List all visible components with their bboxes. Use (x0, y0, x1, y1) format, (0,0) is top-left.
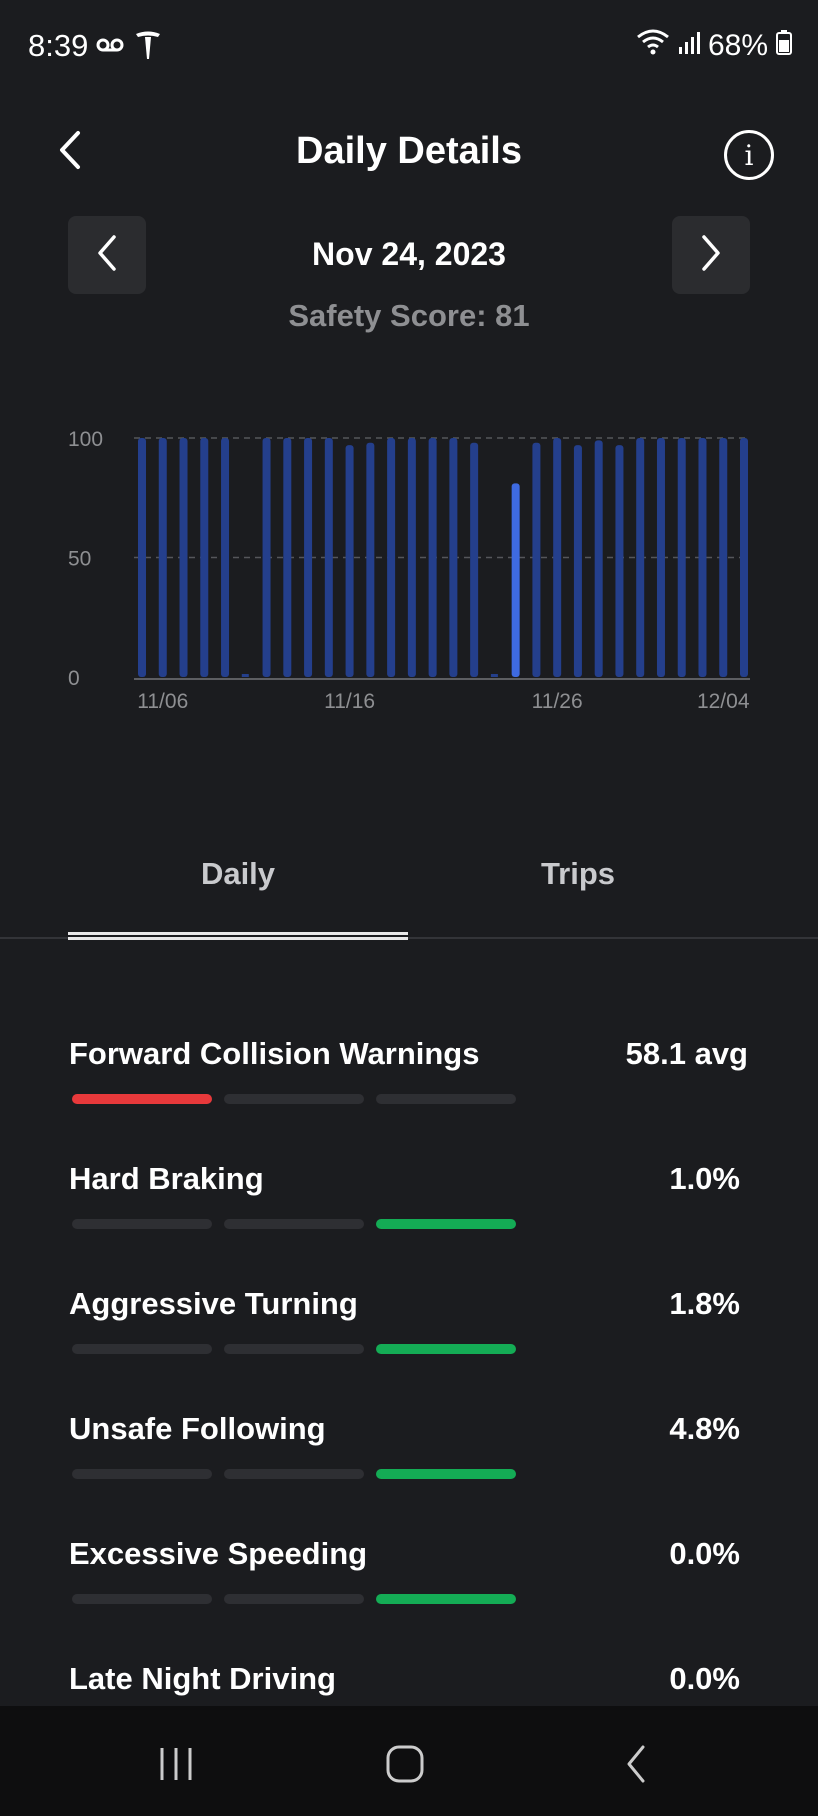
day-bar[interactable] (324, 438, 333, 677)
bar-segment (224, 1594, 364, 1604)
metric-value: 1.8% (669, 1286, 740, 1321)
battery-icon (776, 29, 792, 63)
home-button[interactable] (375, 1736, 435, 1796)
day-bar[interactable] (615, 445, 624, 677)
bar-segment (224, 1219, 364, 1229)
bar-segment (72, 1219, 212, 1229)
day-bar[interactable] (636, 438, 645, 677)
day-bar[interactable] (179, 438, 188, 677)
metric-bar (72, 1219, 516, 1229)
day-bar[interactable] (573, 445, 582, 677)
day-bar[interactable] (221, 438, 230, 677)
metric-value: 0.0% (669, 1536, 740, 1571)
info-icon: i (744, 138, 754, 172)
bar-segment (224, 1344, 364, 1354)
y-tick-label: 50 (68, 548, 91, 571)
metric-value: 0.0% (669, 1661, 740, 1696)
bar-segment (224, 1469, 364, 1479)
x-tick-label: 11/06 (137, 690, 188, 713)
day-bar[interactable] (490, 674, 498, 677)
metric-value: 1.0% (669, 1161, 740, 1196)
x-tick-label: 11/26 (532, 690, 583, 713)
bar-segment (72, 1469, 212, 1479)
bar-segment (376, 1094, 516, 1104)
y-tick-label: 0 (68, 667, 80, 690)
day-bar[interactable] (594, 440, 603, 677)
bar-segment (72, 1094, 212, 1104)
day-bar[interactable] (262, 438, 271, 677)
metric-label: Late Night Driving (69, 1661, 336, 1696)
day-bar[interactable] (532, 442, 541, 677)
safety-score: Safety Score: 81 (288, 298, 530, 333)
day-bar[interactable] (407, 438, 416, 677)
day-bar[interactable] (345, 445, 354, 677)
voicemail-icon (96, 37, 124, 58)
daily-score-chart: 100 50 0 11/06 11/16 11/26 12/04 (68, 428, 750, 713)
day-bar[interactable] (304, 438, 313, 677)
bar-segment (224, 1094, 364, 1104)
bar-segment (376, 1344, 516, 1354)
metric-bar (72, 1344, 516, 1354)
battery-text: 68% (707, 29, 768, 62)
day-bar[interactable] (138, 438, 146, 677)
tesla-logo (134, 30, 162, 65)
status-icons-left (96, 30, 162, 65)
recents-button[interactable] (146, 1736, 206, 1796)
day-bar[interactable] (470, 442, 479, 677)
recents-icon (156, 1746, 196, 1787)
day-bar[interactable] (158, 438, 167, 677)
day-bar[interactable] (449, 438, 458, 677)
wifi-icon (636, 28, 670, 64)
day-bar[interactable] (553, 438, 562, 677)
metric-value: 58.1 avg (625, 1036, 748, 1071)
metric-bar (72, 1094, 516, 1104)
back-icon (623, 1744, 649, 1789)
tab-trips[interactable]: Trips (408, 856, 748, 892)
day-bar[interactable] (241, 674, 249, 677)
metric-bar (72, 1594, 516, 1604)
tab-daily[interactable]: Daily (68, 856, 408, 892)
page-title: Daily Details (296, 130, 522, 172)
y-tick-label: 100 (68, 428, 103, 451)
info-button[interactable]: i (724, 130, 774, 180)
bar-segment (72, 1594, 212, 1604)
next-day-button[interactable] (672, 216, 750, 294)
signal-icon (678, 29, 700, 63)
day-bar[interactable] (428, 438, 437, 677)
metric-label: Aggressive Turning (69, 1286, 358, 1321)
system-back-button[interactable] (606, 1736, 666, 1796)
chevron-right-icon (699, 234, 723, 277)
metric-label: Forward Collision Warnings (69, 1036, 480, 1071)
bar-segment (376, 1469, 516, 1479)
system-nav-bar (0, 1706, 818, 1816)
metric-value: 4.8% (669, 1411, 740, 1446)
bar-segment (72, 1344, 212, 1354)
status-time: 8:39 (28, 28, 89, 63)
metric-label: Excessive Speeding (69, 1536, 368, 1571)
tab-active-indicator (68, 932, 408, 940)
x-tick-label: 11/16 (324, 690, 375, 713)
day-bar[interactable] (656, 438, 665, 677)
day-bar[interactable] (719, 438, 728, 677)
bar-segment (376, 1594, 516, 1604)
status-right: 68% (636, 28, 792, 64)
day-bar[interactable] (200, 438, 209, 677)
day-bar[interactable] (698, 438, 707, 677)
metric-label: Unsafe Following (69, 1411, 326, 1446)
metric-label: Hard Braking (69, 1161, 264, 1196)
day-bar[interactable] (283, 438, 292, 677)
day-bar[interactable] (740, 438, 748, 677)
home-icon (385, 1744, 425, 1789)
selected-day-bar[interactable] (511, 483, 520, 677)
x-tick-label: 12/04 (697, 690, 750, 713)
bar-segment (376, 1219, 516, 1229)
metric-bar (72, 1469, 516, 1479)
day-bar[interactable] (366, 442, 375, 677)
status-bar: 8:39 68% (0, 0, 818, 90)
day-bar[interactable] (677, 438, 686, 677)
day-bar[interactable] (387, 438, 396, 677)
